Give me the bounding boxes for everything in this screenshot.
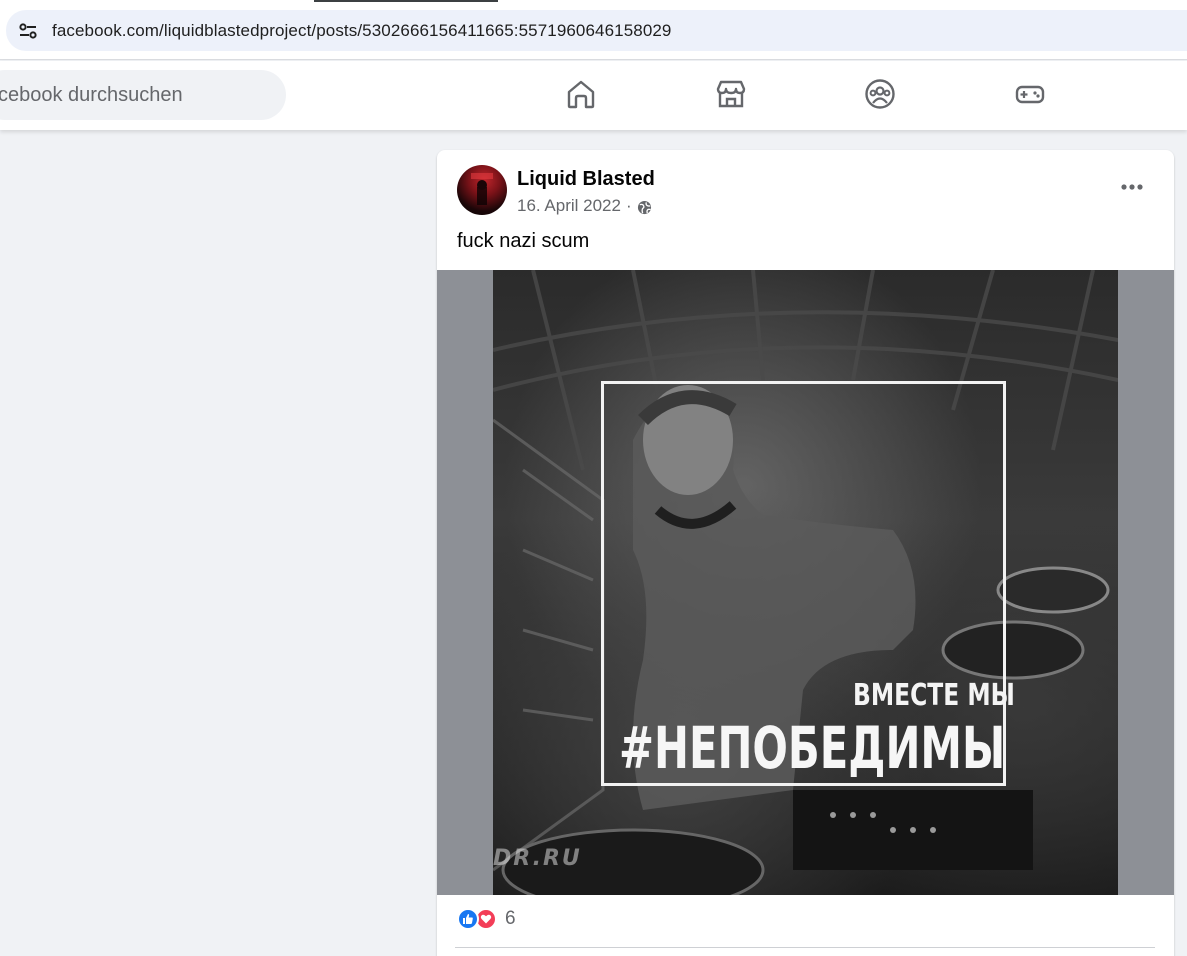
photo-watermark: DR.RU [493, 846, 582, 871]
search-input[interactable]: cebook durchsuchen [0, 70, 286, 120]
photo-overlay-subtitle: ВМЕСТЕ МЫ [853, 678, 1015, 713]
post-options-button[interactable] [1117, 172, 1147, 202]
url-text[interactable]: facebook.com/liquidblastedproject/posts/… [52, 21, 671, 41]
site-info-icon[interactable] [18, 21, 38, 41]
active-tab-indicator [314, 0, 498, 2]
author-avatar[interactable] [457, 165, 507, 215]
meta-separator: · [625, 196, 632, 215]
marketplace-icon[interactable] [714, 77, 748, 111]
reaction-count[interactable]: 6 [505, 908, 516, 930]
post-text: fuck nazi scum [457, 230, 590, 252]
search-placeholder: cebook durchsuchen [0, 83, 183, 106]
browser-toolbar: facebook.com/liquidblastedproject/posts/… [0, 0, 1187, 60]
address-bar[interactable]: facebook.com/liquidblastedproject/posts/… [6, 10, 1187, 51]
more-icon [1121, 184, 1143, 190]
photo-overlay-title: #НЕПОБЕДИМЫ [619, 714, 1006, 782]
reactions-divider [455, 947, 1155, 948]
facebook-header: cebook durchsuchen [0, 61, 1187, 130]
like-reaction-icon [457, 908, 479, 930]
globe-icon [637, 200, 652, 215]
gaming-icon[interactable] [1013, 77, 1047, 111]
reaction-summary[interactable]: 6 [457, 908, 516, 930]
author-name[interactable]: Liquid Blasted [517, 168, 655, 191]
post-meta: 16. April 2022 · [517, 196, 652, 216]
post-photo[interactable]: ВМЕСТЕ МЫ #НЕПОБЕДИМЫ DR.RU [493, 270, 1118, 895]
groups-icon[interactable] [863, 77, 897, 111]
post-media[interactable]: ВМЕСТЕ МЫ #НЕПОБЕДИМЫ DR.RU [437, 270, 1174, 895]
post-date[interactable]: 16. April 2022 [517, 196, 621, 216]
home-icon[interactable] [564, 77, 598, 111]
post-card: Liquid Blasted 16. April 2022 · fuck naz… [437, 150, 1174, 956]
